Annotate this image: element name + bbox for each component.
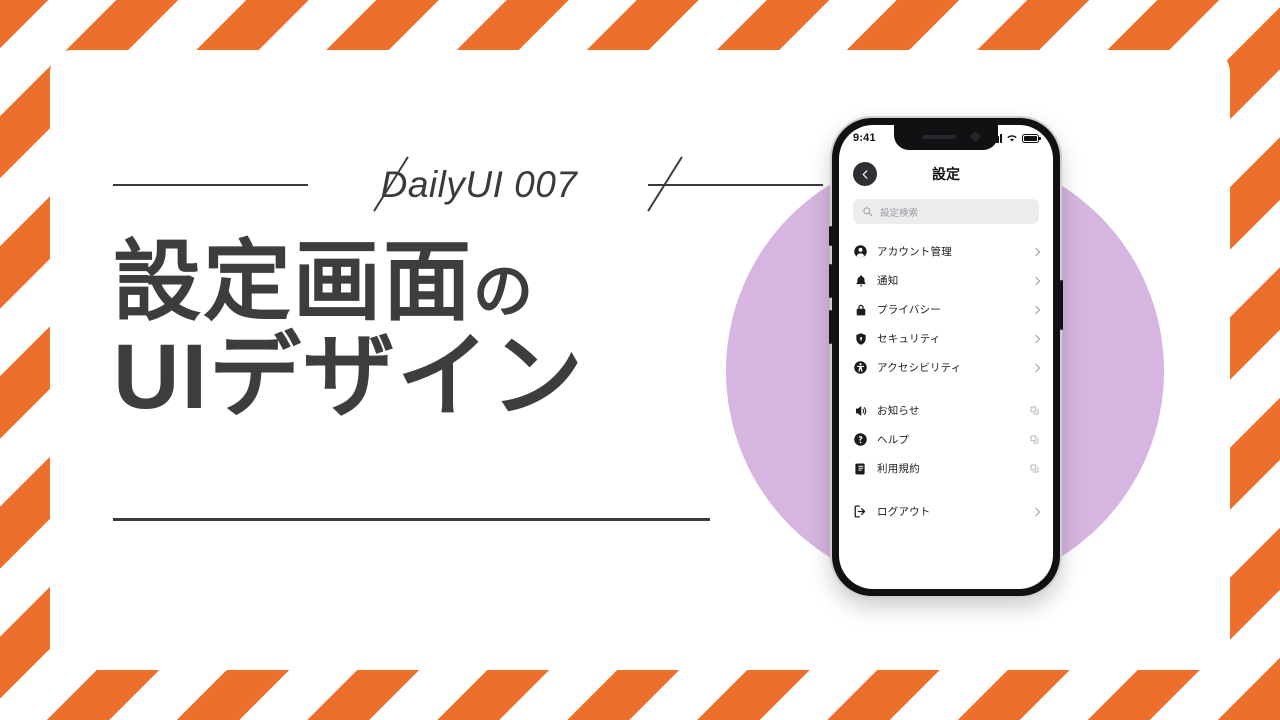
list-item-label: ヘルプ <box>877 434 910 446</box>
eyebrow-label: DailyUI 007 <box>380 164 578 205</box>
accessibility-icon <box>853 360 868 375</box>
settings-list: アカウント管理 通知 プライバシー セキュリティ アクセシビリティ お知らせ ヘ… <box>853 237 1041 540</box>
chevron-right-icon <box>1027 276 1041 285</box>
left-text-block: DailyUI 007 設定画面の UIデザイン <box>113 150 823 425</box>
list-item-label: ログアウト <box>877 506 931 518</box>
list-item[interactable]: ヘルプ <box>853 425 1039 454</box>
list-item[interactable]: 利用規約 <box>853 454 1039 483</box>
status-bar: 9:41 <box>839 125 1053 150</box>
speaker-icon <box>853 403 868 418</box>
question-circle-icon <box>853 432 868 447</box>
list-item[interactable]: 通知 <box>853 266 1041 295</box>
status-time: 9:41 <box>853 131 876 144</box>
list-item[interactable]: アカウント管理 <box>853 237 1041 266</box>
phone-mockup: 9:41 設定 設定検索 アカウント管理 通知 プライバシー セキュリティ アク… <box>829 118 1063 596</box>
user-circle-icon <box>853 244 868 259</box>
phone-mute-switch[interactable] <box>829 226 832 246</box>
lock-icon <box>853 302 868 317</box>
headline-line-1: 設定画面の <box>113 236 713 328</box>
list-item[interactable]: お知らせ <box>853 396 1039 425</box>
shield-icon <box>853 331 868 346</box>
phone-volume-down-button[interactable] <box>829 310 832 344</box>
settings-group: ログアウト <box>853 497 1041 526</box>
bell-icon <box>853 273 868 288</box>
eyebrow-band: DailyUI 007 <box>113 150 823 220</box>
chevron-right-icon <box>1027 334 1041 343</box>
eyebrow-rule-left <box>113 184 308 186</box>
list-item[interactable]: ログアウト <box>853 497 1041 526</box>
list-item[interactable]: アクセシビリティ <box>853 353 1041 382</box>
headline-line-2: UIデザイン <box>113 325 586 428</box>
phone-screen: 9:41 設定 設定検索 アカウント管理 通知 プライバシー セキュリティ アク… <box>839 125 1053 589</box>
settings-group: お知らせ ヘルプ 利用規約 <box>853 396 1039 483</box>
chevron-right-icon <box>1027 363 1041 372</box>
list-item-label: アカウント管理 <box>877 246 952 258</box>
external-link-icon <box>1027 406 1039 415</box>
poster-canvas: DailyUI 007 設定画面の UIデザイン 9:41 設定 設定検索 アカ… <box>0 0 1280 720</box>
chevron-right-icon <box>1027 247 1041 256</box>
back-button[interactable] <box>853 162 877 186</box>
phone-power-button[interactable] <box>1060 280 1063 330</box>
list-item-label: お知らせ <box>877 405 920 417</box>
cellular-bars-icon <box>989 133 1002 143</box>
logout-icon <box>853 504 868 519</box>
chevron-right-icon <box>1027 507 1041 516</box>
page-title: 設定画面の UIデザイン <box>113 236 713 425</box>
list-item-label: 利用規約 <box>877 463 920 475</box>
status-icons <box>989 133 1041 143</box>
list-item-label: アクセシビリティ <box>877 362 962 374</box>
chevron-left-icon <box>862 169 867 179</box>
phone-volume-up-button[interactable] <box>829 264 832 298</box>
external-link-icon <box>1027 435 1039 444</box>
nav-bar: 設定 <box>839 155 1053 193</box>
list-item[interactable]: プライバシー <box>853 295 1041 324</box>
eyebrow-rule-right <box>648 184 823 186</box>
headline-line-1-main: 設定画面 <box>113 232 474 331</box>
search-icon <box>863 207 873 217</box>
headline-line-1-suffix: の <box>473 258 536 325</box>
list-item-label: セキュリティ <box>877 333 941 345</box>
wifi-icon <box>1007 134 1017 141</box>
battery-icon <box>1022 133 1041 143</box>
external-link-icon <box>1027 464 1039 473</box>
list-item[interactable]: セキュリティ <box>853 324 1041 353</box>
search-placeholder: 設定検索 <box>880 207 919 219</box>
bottom-divider-rule <box>113 518 710 521</box>
list-item-label: 通知 <box>877 275 899 287</box>
chevron-right-icon <box>1027 305 1041 314</box>
settings-group: アカウント管理 通知 プライバシー セキュリティ アクセシビリティ <box>853 237 1041 382</box>
document-icon <box>853 461 868 476</box>
search-input[interactable]: 設定検索 <box>853 199 1039 224</box>
list-item-label: プライバシー <box>877 304 941 316</box>
